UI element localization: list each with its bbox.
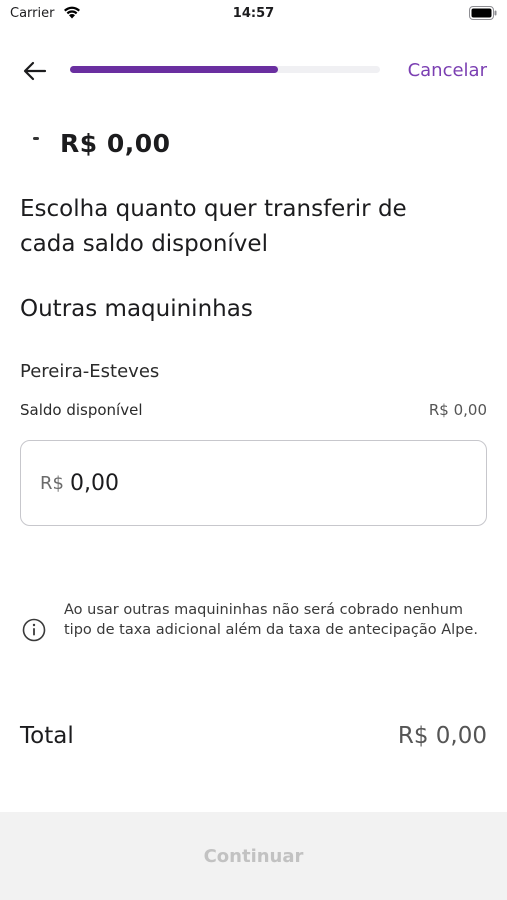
summary-icon xyxy=(33,137,39,140)
section-title: Outras maquininhas xyxy=(20,296,253,322)
progress-fill xyxy=(70,66,278,73)
summary-amount: R$ 0,00 xyxy=(60,127,171,157)
page-heading: Escolha quanto quer transferir de cada s… xyxy=(20,196,407,257)
total-label: Total xyxy=(20,723,74,749)
amount-input-value[interactable]: 0,00 xyxy=(70,471,119,496)
continue-button-label: Continuar xyxy=(203,845,304,867)
amount-input[interactable]: R$ 0,00 xyxy=(20,440,487,526)
currency-prefix: R$ xyxy=(40,472,64,494)
available-balance-label: Saldo disponível xyxy=(20,401,143,419)
arrow-left-icon xyxy=(23,61,47,81)
total-value: R$ 0,00 xyxy=(397,723,487,749)
account-name: Pereira-Esteves xyxy=(20,361,160,382)
status-bar: Carrier 14:57 xyxy=(0,0,507,28)
summary-amount-value: R$ 0,00 xyxy=(60,129,171,157)
battery-icon xyxy=(469,6,497,20)
continue-button[interactable]: Continuar xyxy=(0,812,507,900)
transfer-screen: Carrier 14:57 Cancelar R$ 0,00 Escolha q… xyxy=(0,0,507,900)
info-message: Ao usar outras maquininhas não será cobr… xyxy=(64,602,478,638)
progress-bar xyxy=(70,66,380,73)
cancel-button[interactable]: Cancelar xyxy=(408,60,487,81)
available-balance-value: R$ 0,00 xyxy=(428,401,487,419)
info-icon xyxy=(22,618,46,642)
back-button[interactable] xyxy=(20,56,50,86)
clock: 14:57 xyxy=(232,6,275,21)
